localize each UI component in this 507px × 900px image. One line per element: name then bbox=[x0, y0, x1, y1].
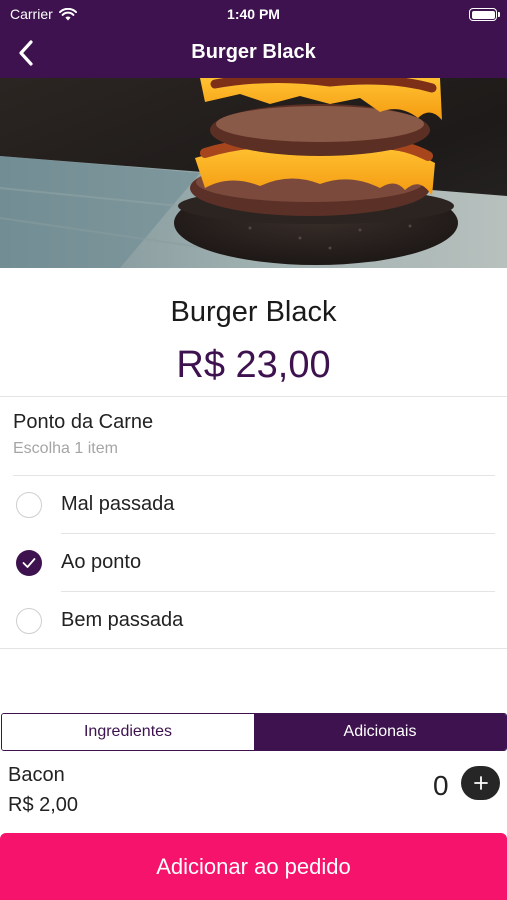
option-group-subtitle: Escolha 1 item bbox=[13, 440, 118, 457]
product-image bbox=[0, 78, 507, 268]
navigation-bar: Burger Black bbox=[0, 28, 507, 78]
option-bem-passada[interactable]: Bem passada bbox=[0, 592, 507, 650]
plus-icon bbox=[473, 776, 488, 790]
check-icon bbox=[22, 558, 36, 568]
status-time: 1:40 PM bbox=[227, 6, 280, 22]
radio-button[interactable] bbox=[16, 608, 42, 634]
add-extra-button[interactable] bbox=[461, 766, 500, 800]
option-mal-passada[interactable]: Mal passada bbox=[0, 476, 507, 534]
option-label: Bem passada bbox=[61, 609, 184, 631]
battery-icon bbox=[469, 8, 500, 21]
extra-item-name: Bacon bbox=[8, 764, 65, 786]
divider bbox=[0, 648, 507, 649]
radio-button-selected[interactable] bbox=[16, 550, 42, 576]
page-title: Burger Black bbox=[191, 41, 316, 63]
extra-item-quantity: 0 bbox=[433, 770, 449, 801]
option-label: Ao ponto bbox=[61, 551, 142, 573]
product-price: R$ 23,00 bbox=[176, 344, 331, 386]
status-bar: Carrier 1:40 PM bbox=[0, 0, 507, 28]
divider bbox=[0, 396, 507, 397]
radio-button[interactable] bbox=[16, 492, 42, 518]
add-to-order-button[interactable]: Adicionar ao pedido bbox=[0, 833, 507, 900]
tab-adicionais[interactable]: Adicionais bbox=[254, 714, 506, 750]
option-label: Mal passada bbox=[61, 493, 175, 515]
extra-item-price: R$ 2,00 bbox=[8, 794, 79, 816]
option-ao-ponto[interactable]: Ao ponto bbox=[0, 534, 507, 592]
product-name: Burger Black bbox=[170, 296, 337, 328]
tab-ingredientes[interactable]: Ingredientes bbox=[2, 714, 254, 750]
segmented-tabs: Ingredientes Adicionais bbox=[1, 713, 507, 751]
option-group-title: Ponto da Carne bbox=[13, 411, 154, 433]
